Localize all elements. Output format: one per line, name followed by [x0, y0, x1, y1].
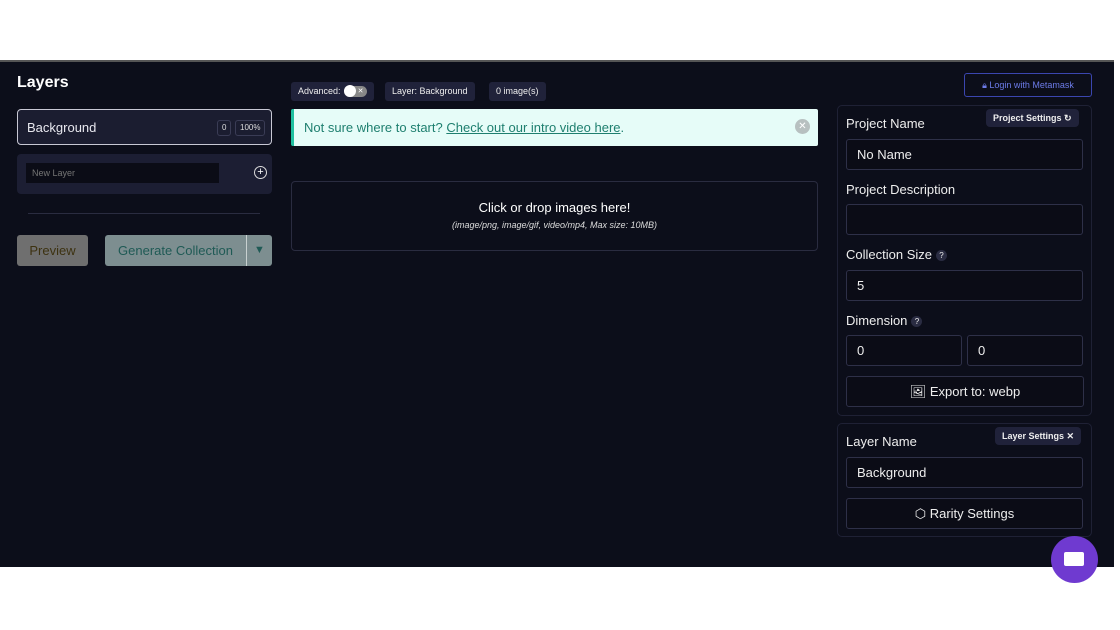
width-input[interactable]: 0 [846, 335, 962, 366]
image-icon: 🖼︎ [909, 384, 930, 399]
intro-notice: Not sure where to start? Check out our i… [291, 109, 818, 146]
layer-item-background[interactable]: Background 0 100% [17, 109, 272, 145]
layer-tag: Layer: Background [385, 82, 475, 101]
collection-size-text: Collection Size [846, 247, 932, 262]
layer-name: Background [27, 120, 97, 135]
cube-icon: ⬡ [914, 506, 930, 521]
project-settings-label: Project Settings [993, 113, 1062, 123]
project-name-input[interactable]: No Name [846, 139, 1083, 170]
project-description-input[interactable] [846, 204, 1083, 235]
new-layer-row: + [17, 154, 272, 194]
project-name-label: Project Name [846, 116, 925, 131]
layer-name-input[interactable]: Background [846, 457, 1083, 488]
chat-bubble-icon[interactable] [1051, 536, 1098, 583]
image-dropzone[interactable]: Click or drop images here! (image/png, i… [291, 181, 818, 251]
preview-button[interactable]: Preview [17, 235, 88, 266]
layer-count: 0 [217, 120, 232, 136]
rarity-label: Rarity Settings [929, 506, 1015, 521]
app-window: Layers Background 0 100% + Preview Gener… [0, 60, 1114, 583]
help-icon[interactable]: ? [911, 316, 923, 328]
divider [28, 213, 260, 214]
close-notice-icon[interactable]: ✕ [795, 119, 810, 134]
refresh-icon: ↻ [1064, 113, 1072, 123]
help-icon[interactable]: ? [936, 250, 947, 262]
project-settings-badge[interactable]: Project Settings ↻ [986, 109, 1079, 127]
images-count-tag: 0 image(s) [489, 82, 546, 101]
toggle-switch[interactable]: ✕ [343, 85, 367, 98]
dimension-text: Dimension [846, 313, 908, 328]
advanced-label: Advanced: [298, 86, 341, 96]
layer-settings-label: Layer Settings [1002, 431, 1065, 441]
close-icon[interactable]: ✕ [1067, 431, 1075, 441]
toggle-x-icon: ✕ [357, 88, 364, 96]
layer-rarity: 100% [235, 120, 266, 136]
project-settings-panel: Project Settings ↻ Project Name No Name … [837, 105, 1092, 416]
generate-dropdown-icon[interactable]: ▼ [246, 235, 272, 266]
layer-name-label: Layer Name [846, 434, 917, 449]
rarity-settings-button[interactable]: ⬡ Rarity Settings [846, 498, 1083, 529]
notice-text: Not sure where to start? [304, 120, 447, 135]
export-button[interactable]: 🖼︎ Export to: webp [846, 376, 1084, 407]
login-label: Login with Metamask [989, 80, 1074, 90]
height-input[interactable]: 0 [967, 335, 1083, 366]
collection-size-input[interactable]: 5 [846, 270, 1083, 301]
login-metamask-button[interactable]: 🔒︎ Login with Metamask [964, 73, 1092, 97]
dimension-label: Dimension? [846, 313, 923, 328]
generate-collection-button[interactable]: Generate Collection [105, 235, 246, 266]
dropzone-subtitle: (image/png, image/gif, video/mp4, Max si… [451, 220, 658, 230]
new-layer-input[interactable] [26, 163, 219, 183]
layer-settings-badge[interactable]: Layer Settings ✕ [995, 427, 1082, 445]
project-description-label: Project Description [846, 182, 956, 197]
add-layer-icon[interactable]: + [254, 166, 267, 179]
export-label: Export to: webp [929, 384, 1021, 399]
dropzone-title: Click or drop images here! [478, 200, 631, 215]
intro-video-link[interactable]: Check out our intro video here [446, 120, 620, 135]
collection-size-label: Collection Size? [846, 247, 947, 262]
notice-end: . [620, 120, 625, 135]
layers-title: Layers [17, 74, 69, 91]
layer-settings-panel: Layer Settings ✕ Layer Name Background ⬡… [837, 423, 1092, 537]
advanced-toggle[interactable]: Advanced: ✕ [291, 82, 374, 101]
